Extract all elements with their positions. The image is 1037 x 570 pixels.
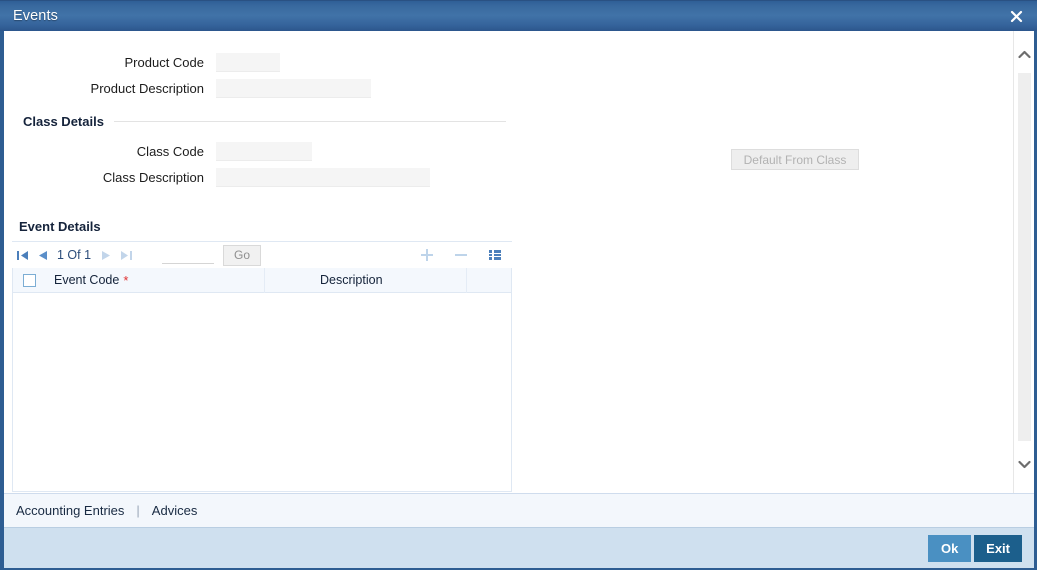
- class-description-input[interactable]: [216, 167, 430, 187]
- next-page-icon[interactable]: [96, 245, 116, 265]
- link-separator: |: [136, 503, 140, 518]
- class-code-input[interactable]: [216, 141, 312, 161]
- description-header-cell[interactable]: Description: [265, 267, 467, 293]
- dialog-titlebar: Events: [0, 0, 1037, 31]
- product-description-row: Product Description: [4, 75, 1034, 101]
- goto-page-input[interactable]: [162, 246, 215, 264]
- dialog-title: Events: [13, 8, 58, 24]
- close-icon[interactable]: [1006, 6, 1026, 26]
- grid-toolbar: 1 Of 1 Go: [12, 241, 512, 268]
- product-code-input[interactable]: [216, 52, 280, 72]
- event-code-header-cell[interactable]: Event Code *: [46, 267, 265, 293]
- footer-links-bar: Accounting Entries | Advices: [4, 493, 1034, 527]
- product-code-row: Product Code: [4, 49, 1034, 75]
- ok-button[interactable]: Ok: [928, 534, 972, 562]
- last-page-icon[interactable]: [116, 245, 136, 265]
- default-from-class-button[interactable]: Default From Class: [731, 149, 859, 170]
- first-page-icon[interactable]: [12, 245, 32, 265]
- class-description-row: Class Description: [4, 164, 1034, 190]
- product-description-input[interactable]: [216, 78, 371, 98]
- remove-row-icon[interactable]: [452, 246, 470, 264]
- class-details-section-header: Class Details: [4, 114, 1034, 129]
- grid-body: [13, 293, 511, 491]
- event-details-title: Event Details: [19, 219, 101, 234]
- event-code-header-label: Event Code: [54, 273, 120, 287]
- class-code-label: Class Code: [136, 143, 204, 159]
- chevron-down-icon[interactable]: [1013, 449, 1034, 479]
- event-details-grid: Event Code * Description: [12, 267, 512, 492]
- dialog-button-bar: Ok Exit: [4, 527, 1034, 568]
- class-description-label: Class Description: [102, 169, 204, 185]
- event-details-section-header: Event Details: [4, 219, 1034, 234]
- single-view-icon[interactable]: [486, 246, 504, 264]
- product-code-label: Product Code: [124, 54, 205, 70]
- product-description-label: Product Description: [90, 80, 204, 96]
- events-dialog: Events Product Code Product Description …: [0, 0, 1037, 570]
- page-indicator: 1 Of 1: [57, 248, 92, 262]
- chevron-up-icon[interactable]: [1013, 39, 1034, 69]
- class-code-row: Class Code: [4, 138, 1034, 164]
- select-all-checkbox[interactable]: [23, 273, 36, 287]
- required-indicator: *: [123, 272, 129, 288]
- vertical-scrollbar[interactable]: [1013, 31, 1034, 493]
- section-divider: [113, 121, 506, 122]
- dialog-body: Product Code Product Description Class D…: [4, 31, 1034, 493]
- select-all-header-cell: [13, 268, 46, 293]
- add-row-icon[interactable]: [418, 246, 436, 264]
- previous-page-icon[interactable]: [32, 245, 52, 265]
- grid-header-spacer: [467, 268, 511, 293]
- advices-link[interactable]: Advices: [152, 503, 198, 518]
- class-details-title: Class Details: [23, 114, 104, 129]
- event-details-grid-wrapper: 1 Of 1 Go Event Code * Description: [12, 241, 512, 492]
- grid-header-row: Event Code * Description: [13, 267, 511, 293]
- grid-toolbar-actions: [418, 246, 504, 264]
- accounting-entries-link[interactable]: Accounting Entries: [16, 503, 124, 518]
- exit-button[interactable]: Exit: [974, 534, 1022, 562]
- scrollbar-track[interactable]: [1017, 73, 1031, 441]
- go-button[interactable]: Go: [223, 244, 262, 266]
- description-header-label: Description: [320, 273, 383, 287]
